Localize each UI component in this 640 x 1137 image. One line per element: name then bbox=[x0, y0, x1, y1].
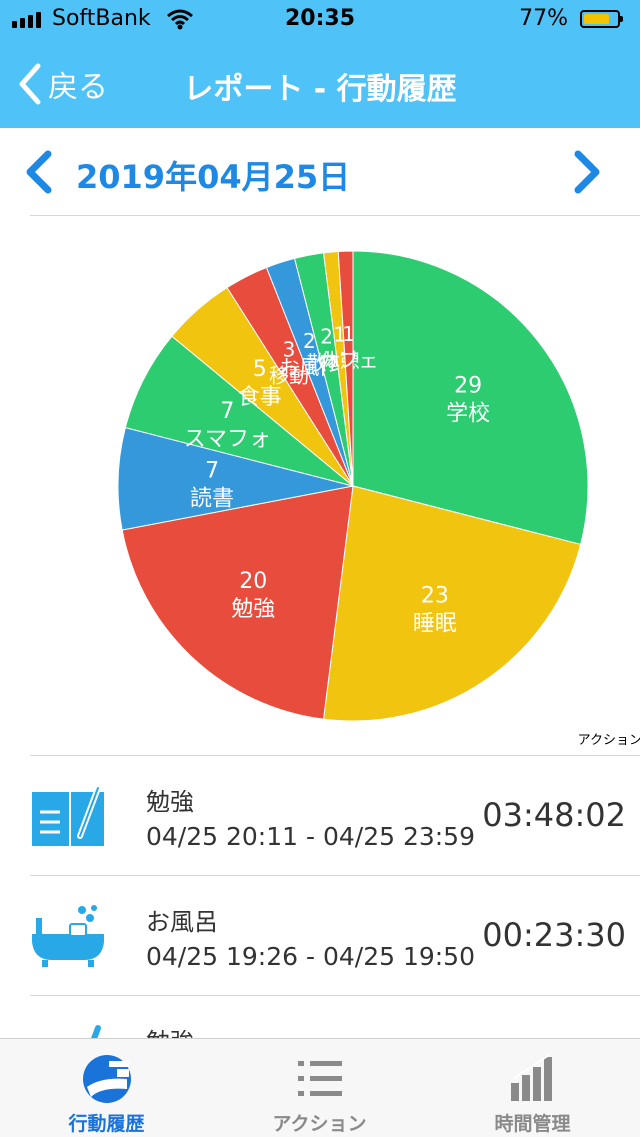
tab-bar: 行動履歴 アクション 時間管理 bbox=[0, 1038, 640, 1137]
tab-time-management-label: 時間管理 bbox=[494, 1113, 571, 1135]
top-bar: SoftBank 20:35 77% 戻る レポート - 行動履歴 bbox=[0, 0, 640, 128]
pie-slice-value-1: 23 bbox=[421, 584, 449, 609]
pie-slice-label-4: スマフォ bbox=[184, 427, 271, 452]
previous-day-button[interactable] bbox=[22, 150, 54, 194]
pie-slice-value-2: 20 bbox=[239, 569, 267, 594]
history-item-name: 勉強 bbox=[146, 788, 194, 816]
pie-chart-canvas: 29学校23睡眠20勉強7読書7スマフォ5食事3移動2お風呂2散歩1休憩1カフェ bbox=[117, 250, 589, 722]
navigation-bar: 戻る レポート - 行動履歴 bbox=[0, 40, 640, 128]
pie-slice-value-3: 7 bbox=[205, 459, 219, 484]
status-bar: SoftBank 20:35 77% bbox=[0, 0, 640, 40]
back-button[interactable]: 戻る bbox=[16, 62, 108, 106]
pie-slice-label-2: 勉強 bbox=[231, 597, 275, 622]
history-item[interactable]: 勉強 04/25 20:11 - 04/25 23:59 03:48:02 bbox=[0, 756, 640, 876]
list-icon bbox=[297, 1061, 342, 1096]
date-navigator: 2019年04月25日 bbox=[0, 128, 640, 216]
battery-icon bbox=[580, 10, 623, 28]
history-item-time-range: 04/25 19:26 - 04/25 19:50 bbox=[146, 942, 475, 971]
history-item-name: お風呂 bbox=[146, 908, 218, 936]
notebook-icon bbox=[32, 785, 104, 846]
bar-chart-icon bbox=[510, 1054, 552, 1101]
tab-actions-label: アクション bbox=[272, 1113, 367, 1135]
tab-history-label: 行動履歴 bbox=[68, 1113, 145, 1135]
pie-slice-label-0: 学校 bbox=[446, 402, 490, 427]
tab-history[interactable]: 行動履歴 bbox=[0, 1039, 213, 1137]
action-pie-chart: 29 学校 23 睡眠 20 勉強 7 読書 7 スマフォ 5 食事 3 移動 2 お風呂 2 散歩 1 休憩 1 カフェ… bbox=[0, 216, 640, 756]
battery-percent: 77% bbox=[519, 6, 568, 31]
tab-time-management[interactable]: 時間管理 bbox=[426, 1039, 639, 1137]
pie-slice-value-0: 29 bbox=[454, 374, 482, 399]
chevron-left-icon bbox=[19, 63, 41, 105]
pie-slice-value-5: 5 bbox=[253, 357, 267, 382]
pie-slice-label-3: 読書 bbox=[190, 487, 234, 512]
next-day-button[interactable] bbox=[572, 150, 604, 194]
chart-legend: アクション bbox=[577, 733, 640, 748]
history-item-duration: 03:48:02 bbox=[482, 796, 626, 834]
pie-slice-value-10: 1 bbox=[342, 322, 355, 346]
pie-slice-value-8: 2 bbox=[320, 324, 333, 348]
history-item-duration: 00:23:30 bbox=[482, 916, 626, 954]
pie-slice-label-10: カフェ bbox=[319, 348, 379, 372]
pie-slice-value-4: 7 bbox=[220, 399, 234, 424]
current-date: 2019年04月25日 bbox=[76, 158, 351, 196]
pie-slice-label-1: 睡眠 bbox=[413, 612, 457, 637]
history-item-time-range: 04/25 20:11 - 04/25 23:59 bbox=[146, 822, 475, 851]
history-item[interactable]: お風呂 04/25 19:26 - 04/25 19:50 00:23:30 bbox=[0, 876, 640, 996]
history-icon bbox=[82, 1055, 131, 1103]
bathtub-icon bbox=[32, 905, 104, 967]
back-label: 戻る bbox=[48, 70, 108, 105]
tab-actions[interactable]: アクション bbox=[213, 1039, 426, 1137]
pie-slice-label-5: 食事 bbox=[238, 385, 282, 410]
